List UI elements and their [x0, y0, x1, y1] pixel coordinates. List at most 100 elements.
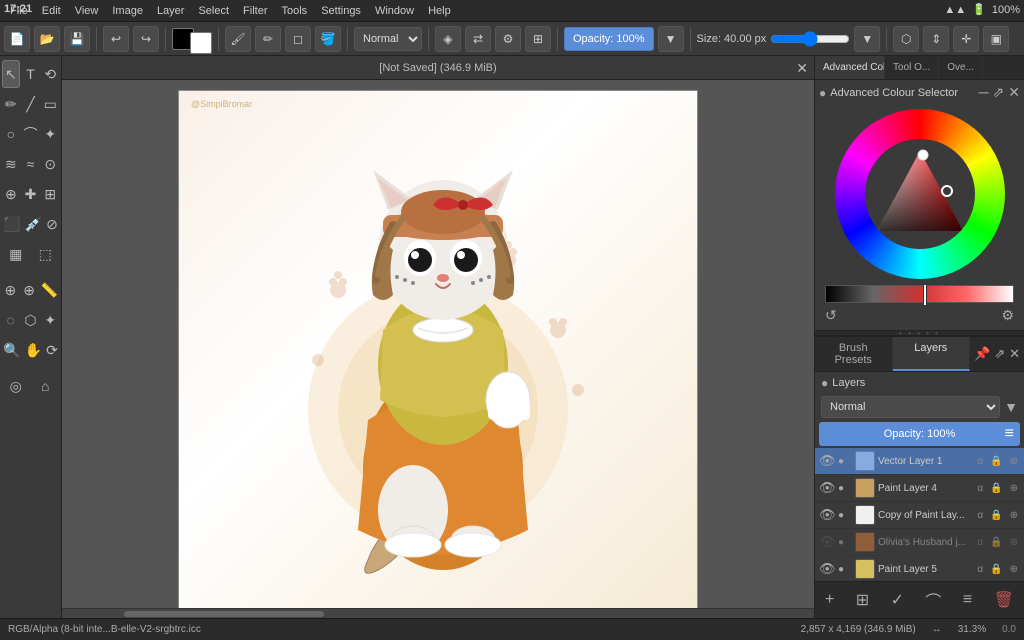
layer-lock-p5[interactable]: 🔒 [988, 563, 1004, 576]
curve-tool[interactable]: ⌒ [22, 120, 40, 148]
text-tool[interactable]: T [22, 60, 40, 88]
burn-tool[interactable]: ⌂ [32, 372, 60, 400]
canvas-image[interactable]: @SimpiBromar [178, 90, 698, 608]
zoom-tool[interactable]: 🔍 [2, 336, 21, 364]
color-wheel[interactable] [835, 109, 1005, 279]
dodge-tool[interactable]: ◎ [2, 372, 30, 400]
menu-tools[interactable]: Tools [276, 3, 314, 19]
pressure-btn[interactable]: ◈ [435, 26, 461, 52]
menu-view[interactable]: View [69, 3, 105, 19]
lasso-tool[interactable]: ◌ [2, 306, 20, 334]
eyedropper-tool[interactable]: 💉 [23, 210, 42, 238]
menu-help[interactable]: Help [422, 3, 457, 19]
opacity-button[interactable]: Opacity: 100% [564, 27, 654, 51]
warp-tool[interactable]: ≋ [2, 150, 20, 178]
brush-flip-h[interactable]: ⇄ [465, 26, 491, 52]
menu-edit[interactable]: Edit [36, 3, 67, 19]
copy-layer-button[interactable]: ⊞ [852, 588, 873, 612]
colour-close-btn[interactable]: ✕ [1008, 84, 1020, 101]
patch-tool[interactable]: ⊞ [41, 180, 59, 208]
transform-btn[interactable]: ⇕ [923, 26, 949, 52]
freehand-tool[interactable]: ✏ [2, 90, 20, 118]
line-tool[interactable]: ╱ [22, 90, 40, 118]
layer-more-p4[interactable]: ⊕ [1008, 482, 1020, 495]
color-sampler-tool[interactable]: ⊘ [45, 210, 59, 238]
rect-tool[interactable]: ▭ [41, 90, 59, 118]
layer-alpha-lock-p4[interactable]: α [975, 482, 985, 495]
layers-blend-mode-select[interactable]: Normal Multiply Screen Overlay [821, 396, 1000, 418]
gradient-tool[interactable]: ▦ [2, 240, 30, 268]
opacity-arrow[interactable]: ▼ [658, 26, 684, 52]
blend-mode-select[interactable]: Normal Multiply Screen [354, 27, 422, 51]
color-reset-icon[interactable]: ↺ [825, 307, 837, 324]
transform-tool[interactable]: ⟲ [41, 60, 59, 88]
eraser-tool[interactable]: ◻ [285, 26, 311, 52]
size-more[interactable]: ▼ [854, 26, 880, 52]
layer-alpha-lock-olivias[interactable]: α [975, 536, 985, 549]
heal-tool[interactable]: ✚ [22, 180, 40, 208]
open-button[interactable]: 📂 [34, 26, 60, 52]
color-triangle-svg[interactable] [867, 141, 973, 247]
select-tool[interactable]: ↖ [2, 60, 20, 88]
layers-opacity-bar[interactable]: Opacity: 100% ≡ [819, 422, 1020, 446]
add-layer-button[interactable]: + [821, 589, 838, 611]
menu-layer[interactable]: Layer [151, 3, 191, 19]
canvas-btn[interactable]: ✛ [953, 26, 979, 52]
menu-image[interactable]: Image [106, 3, 149, 19]
layer-visibility-paint-4[interactable]: 👁 [819, 480, 835, 496]
colour-minimize-btn[interactable]: ─ [979, 84, 989, 101]
gradient-bar[interactable] [825, 285, 1014, 303]
brush-settings[interactable]: ⚙ [495, 26, 521, 52]
layer-item-paint-5[interactable]: 👁 ● Paint Layer 5 α 🔒 ⊕ [815, 556, 1024, 581]
mirror-btn[interactable]: ⬡ [893, 26, 919, 52]
group-layer-button[interactable]: ⌒ [921, 586, 945, 614]
bezier-tool[interactable]: ✦ [41, 120, 59, 148]
color-wheel-container[interactable] [819, 105, 1020, 283]
tab-advanced-colour[interactable]: Advanced Colour Sel _ [815, 56, 885, 79]
save-button[interactable]: 💾 [64, 26, 90, 52]
layer-lock-v1[interactable]: 🔒 [988, 455, 1004, 468]
resize-tool[interactable]: ⊕ [21, 276, 38, 304]
layer-item-vector-1[interactable]: 👁 ● Vector Layer 1 α 🔒 ⊕ [815, 448, 1024, 475]
canvas-scroll-area[interactable]: @SimpiBromar [62, 80, 814, 608]
layer-visibility-vector-1[interactable]: 👁 [819, 453, 835, 469]
layer-more-olivias[interactable]: ⊕ [1008, 536, 1020, 549]
layer-alpha-lock-p5[interactable]: α [975, 563, 985, 576]
layer-visibility-copy[interactable]: 👁 [819, 507, 835, 523]
brush-tool[interactable]: 🖌 [225, 26, 251, 52]
canvas-close-button[interactable]: ✕ [796, 60, 808, 77]
gradient-marker[interactable] [923, 284, 927, 306]
canvas-nav-icon[interactable]: ↔ [932, 624, 942, 635]
merge-layer-button[interactable]: ✓ [887, 588, 908, 612]
layer-item-paint-4[interactable]: 👁 ● Paint Layer 4 α 🔒 ⊕ [815, 475, 1024, 502]
tab-overview[interactable]: Ove... [939, 56, 983, 79]
color-settings-icon[interactable]: ⚙ [1001, 307, 1014, 324]
size-slider[interactable] [770, 27, 850, 51]
smear-tool[interactable]: ≈ [22, 150, 40, 178]
layer-visibility-olivias[interactable]: 👁 [819, 534, 835, 550]
brush-more[interactable]: ⊞ [525, 26, 551, 52]
layer-lock-p4[interactable]: 🔒 [988, 482, 1004, 495]
layers-filter-icon[interactable]: ▼ [1004, 399, 1018, 415]
panel-btn[interactable]: ▣ [983, 26, 1009, 52]
magic-wand-tool[interactable]: ✦ [41, 306, 59, 334]
crop-tool[interactable]: ⊕ [2, 276, 19, 304]
layers-close-icon[interactable]: ✕ [1009, 346, 1020, 362]
fill-tool[interactable]: 🪣 [315, 26, 341, 52]
undo-button[interactable]: ↩ [103, 26, 129, 52]
menu-filter[interactable]: Filter [237, 3, 273, 19]
canvas-hscrollbar-thumb[interactable] [124, 611, 324, 617]
layers-tab[interactable]: Layers [893, 337, 971, 371]
pan-tool[interactable]: ✋ [23, 336, 42, 364]
layer-lock-olivias[interactable]: 🔒 [988, 536, 1004, 549]
layers-pin-icon[interactable]: 📌 [974, 346, 990, 362]
menu-settings[interactable]: Settings [315, 3, 367, 19]
measure-tool[interactable]: 📏 [40, 276, 59, 304]
layer-item-copy-paint[interactable]: 👁 ● Copy of Paint Lay... α 🔒 ⊕ [815, 502, 1024, 529]
clone-tool[interactable]: ⊕ [2, 180, 20, 208]
layer-properties-button[interactable]: ≡ [959, 589, 976, 611]
blur-tool[interactable]: ⊙ [41, 150, 59, 178]
rotate-tool[interactable]: ⟳ [45, 336, 59, 364]
background-color[interactable] [190, 32, 212, 54]
layer-alpha-lock-v1[interactable]: α [975, 455, 985, 468]
